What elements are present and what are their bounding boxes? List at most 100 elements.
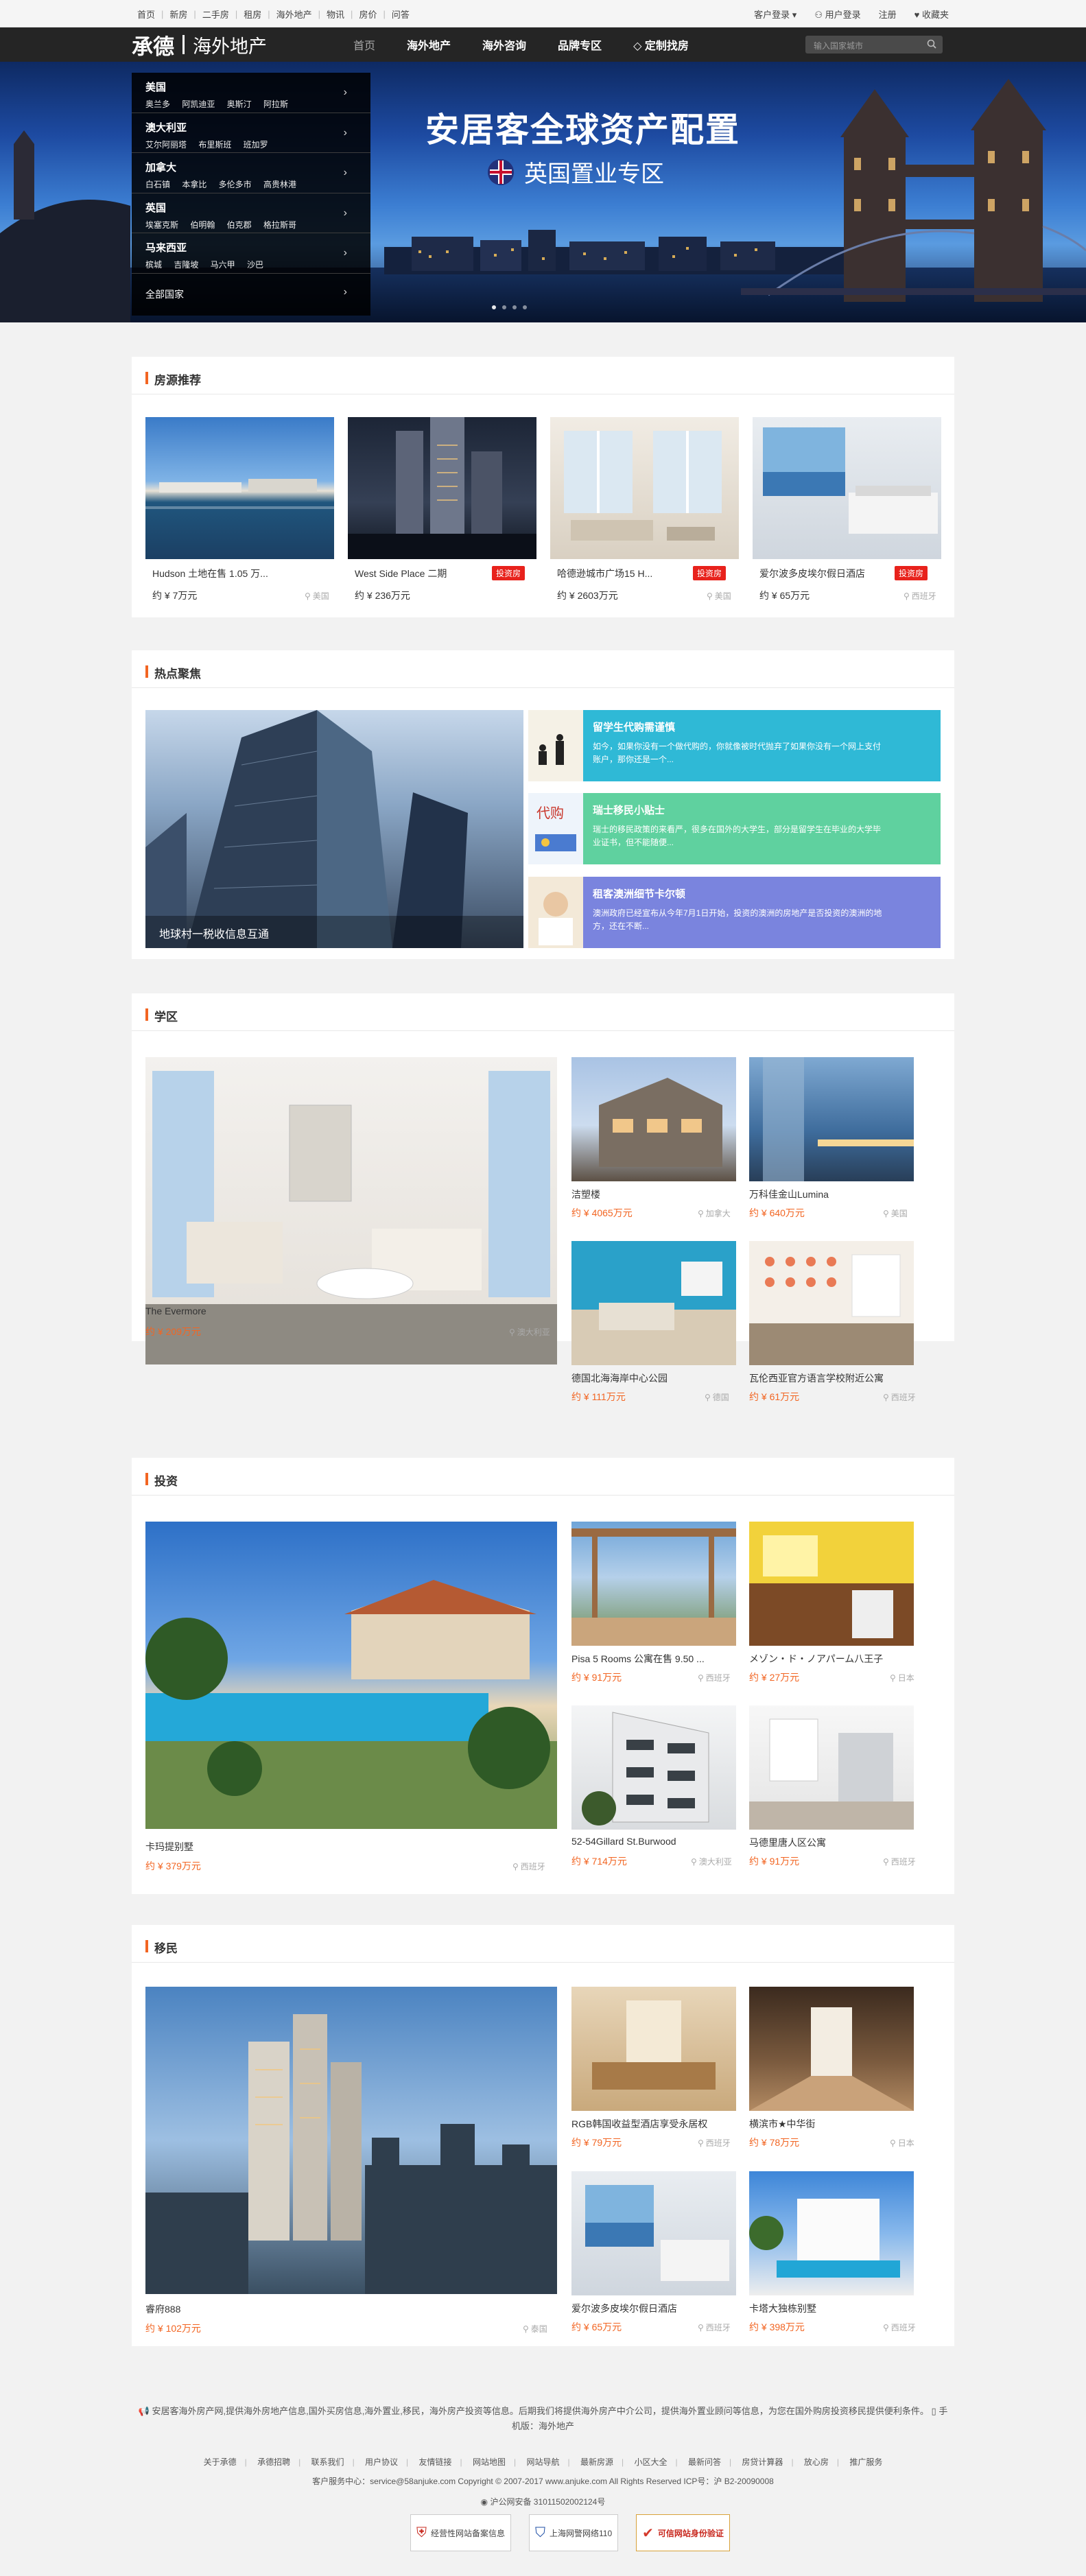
listing-name[interactable]: Hudson 土地在售 1.05 万... (152, 567, 290, 580)
country-menu-item[interactable]: 英国 埃塞克斯 伯明翰 伯克郡 格拉斯哥 › (132, 193, 370, 233)
nav-custom-search[interactable]: ◇ 定制找房 (633, 36, 689, 53)
property-image[interactable] (571, 1522, 736, 1646)
top-link-qa[interactable]: 问答 (392, 8, 410, 21)
location-pin-icon: ⚲ (512, 1861, 519, 1871)
top-link-overseas[interactable]: 海外地产 (276, 8, 312, 21)
property-image[interactable] (571, 1705, 736, 1830)
country-cities[interactable]: 艾尔阿丽塔 布里斯班 班加罗 (145, 139, 370, 150)
country-cities[interactable]: 奥兰多 阿凯迪亚 奥斯汀 阿拉斯 (145, 98, 370, 110)
search-box[interactable]: 输入国家城市 (805, 36, 943, 54)
property-name[interactable]: 德国北海海岸中心公园 (571, 1371, 668, 1385)
footer-link[interactable]: 用户协议 (365, 2457, 398, 2467)
hotspot-main-caption[interactable]: 地球村一税收信息互通 (159, 925, 269, 941)
property-name[interactable]: 横滨市★中华街 (749, 2117, 816, 2131)
country-cities[interactable]: 槟城 吉隆坡 马六甲 沙巴 (145, 259, 370, 270)
country-cities[interactable]: 埃塞克斯 伯明翰 伯克郡 格拉斯哥 (145, 219, 370, 231)
featured-image[interactable] (145, 1057, 557, 1364)
property-image[interactable] (571, 1987, 736, 2111)
listing-name[interactable]: 哈德逊城市广场15 H... (557, 567, 684, 580)
listing-image[interactable] (753, 417, 941, 559)
footer-link[interactable]: 最新房源 (580, 2457, 613, 2467)
property-image[interactable] (749, 1241, 914, 1365)
footer-badge[interactable]: ⛨ 经营性网站备案信息 (410, 2514, 512, 2551)
country-menu-item[interactable]: 马来西亚 槟城 吉隆坡 马六甲 沙巴 › (132, 233, 370, 274)
footer-link[interactable]: 小区大全 (634, 2457, 667, 2467)
property-price: 约 ¥ 714万元 (571, 1856, 627, 1867)
property-image[interactable] (571, 1057, 736, 1181)
property-image[interactable] (571, 2171, 736, 2295)
top-link-news[interactable]: 物讯 (327, 8, 344, 21)
footer-link[interactable]: 网站地图 (473, 2457, 506, 2467)
listing-image[interactable] (145, 417, 334, 559)
property-name[interactable]: 瓦伦西亚官方语言学校附近公寓 (749, 1371, 884, 1385)
featured-image[interactable] (145, 1987, 557, 2294)
hotspot-item[interactable]: 代购 瑞士移民小贴士 瑞士的移民政策的来看严，很多在国外的大学生，部分是留学生在… (528, 793, 941, 864)
footer-link[interactable]: 网站导航 (526, 2457, 559, 2467)
country-menu-item[interactable]: 加拿大 白石镇 本拿比 多伦多市 高贵林港 › (132, 153, 370, 193)
property-name[interactable]: 马德里唐人区公寓 (749, 1836, 826, 1850)
top-link-rent[interactable]: 租房 (244, 8, 261, 21)
nav-overseas-property[interactable]: 海外地产 (407, 36, 451, 53)
featured-name[interactable]: The Evermore (145, 1305, 206, 1316)
user-login-link[interactable]: ⚇ 用户登录 (814, 8, 860, 21)
listing-name[interactable]: West Side Place 二期 (355, 567, 471, 580)
property-name[interactable]: 52-54Gillard St.Burwood (571, 1836, 676, 1847)
location-pin-icon: ⚲ (305, 591, 311, 601)
nav-overseas-consult[interactable]: 海外咨询 (482, 36, 526, 53)
search-icon[interactable] (927, 39, 936, 49)
footer-link[interactable]: 最新问答 (688, 2457, 721, 2467)
property-name[interactable]: 爱尔波多皮埃尔假日酒店 (571, 2302, 677, 2315)
property-name[interactable]: 洁塑楼 (571, 1187, 600, 1201)
footer-link[interactable]: 房贷计算器 (742, 2457, 783, 2467)
hotspot-item-title: 租客澳洲细节卡尔顿 (593, 888, 686, 900)
listing-image[interactable] (550, 417, 739, 559)
footer-badge[interactable]: ⛉ 上海网警网络110 (529, 2514, 619, 2551)
footer-link[interactable]: 放心房 (804, 2457, 829, 2467)
footer-link[interactable]: 承德招聘 (257, 2457, 290, 2467)
footer-link[interactable]: 联系我们 (311, 2457, 344, 2467)
footer-badge[interactable]: ✔ 可信网站身份验证 (636, 2514, 730, 2551)
property-image[interactable] (749, 2171, 914, 2295)
property-name[interactable]: 卡塔大独栋别墅 (749, 2302, 816, 2315)
property-name[interactable]: Pisa 5 Rooms 公寓在售 9.50 ... (571, 1652, 729, 1666)
featured-name[interactable]: 卡玛提别墅 (145, 1840, 193, 1854)
property-image[interactable] (749, 1987, 914, 2111)
property-image[interactable] (749, 1057, 914, 1181)
footer-link[interactable]: 关于承德 (204, 2457, 237, 2467)
location-pin-icon: ⚲ (890, 1673, 896, 1683)
hotspot-main-image[interactable]: 地球村一税收信息互通 (145, 710, 523, 948)
property-name[interactable]: メゾン・ド・ノアパーム八王子 (749, 1652, 883, 1666)
footer-link[interactable]: 友情链接 (419, 2457, 452, 2467)
property-image[interactable] (749, 1705, 914, 1830)
customer-login-link[interactable]: 客户登录 ▾ (754, 8, 796, 21)
featured-image[interactable] (145, 1522, 557, 1829)
property-image[interactable] (749, 1522, 914, 1646)
country-menu-item[interactable]: 美国 奥兰多 阿凯迪亚 奥斯汀 阿拉斯 › (132, 73, 370, 113)
favorite-link[interactable]: ♥ 收藏夹 (914, 8, 949, 21)
featured-name[interactable]: 睿府888 (145, 2302, 180, 2316)
section-title: 热点聚焦 (154, 667, 201, 681)
country-menu-item[interactable]: 澳大利亚 艾尔阿丽塔 布里斯班 班加罗 › (132, 113, 370, 153)
property-name[interactable]: RGB韩国收益型酒店享受永居权 (571, 2117, 707, 2131)
country-name: 全部国家 (145, 288, 184, 300)
footer-link[interactable]: 推广服务 (849, 2457, 882, 2467)
listing-location-text: 美国 (312, 591, 329, 601)
register-link[interactable]: 注册 (879, 8, 897, 21)
nav-home[interactable]: 首页 (353, 36, 375, 53)
listing-name[interactable]: 爱尔波多皮埃尔假日酒店 (759, 567, 883, 580)
top-link-price[interactable]: 房价 (359, 8, 377, 21)
country-menu-item-all[interactable]: 全部国家 › (132, 274, 370, 314)
top-link-home[interactable]: 首页 (137, 8, 155, 21)
country-cities[interactable]: 白石镇 本拿比 多伦多市 高贵林港 (145, 178, 370, 190)
nav-brand-zone[interactable]: 品牌专区 (558, 36, 602, 53)
top-link-second-hand[interactable]: 二手房 (202, 8, 229, 21)
search-input[interactable]: 输入国家城市 (814, 40, 863, 51)
property-name[interactable]: 万科佳金山Lumina (749, 1187, 829, 1201)
listing-image[interactable] (348, 417, 536, 559)
property-image[interactable] (571, 1241, 736, 1365)
listing-location: ⚲ 美国 (305, 590, 329, 602)
hotspot-item[interactable]: 留学生代购需谨慎 如今，如果你没有一个做代购的，你就像被时代抛弃了如果你没有一个… (528, 710, 941, 781)
hotspot-item[interactable]: 租客澳洲细节卡尔顿 澳洲政府已经宣布从今年7月1日开始，投资的澳洲的房地产是否投… (528, 877, 941, 948)
site-logo[interactable]: 承德 海外地产 (132, 32, 267, 60)
top-link-new[interactable]: 新房 (169, 8, 187, 21)
